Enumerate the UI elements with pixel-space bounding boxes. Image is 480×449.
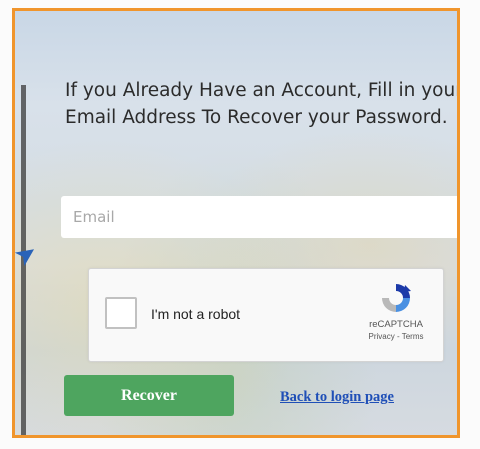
instruction-text: If you Already Have an Account, Fill in … [65, 80, 460, 128]
recaptcha-brand: reCAPTCHA [369, 319, 423, 330]
arrow-icon: ➤ [12, 235, 44, 273]
recover-panel: ➤ If you Already Have an Account, Fill i… [12, 8, 460, 438]
back-to-login-link[interactable]: Back to login page [280, 389, 394, 406]
email-input[interactable] [61, 196, 457, 238]
recaptcha-label: I'm not a robot [151, 306, 241, 322]
recaptcha-widget: I'm not a robot reCAPTCHA Privacy - Term… [88, 268, 444, 362]
recaptcha-logo: reCAPTCHA Privacy - Terms [361, 281, 431, 341]
recaptcha-checkbox[interactable] [105, 297, 137, 329]
recaptcha-links[interactable]: Privacy - Terms [361, 332, 431, 341]
recover-button[interactable]: Recover [64, 375, 234, 416]
recaptcha-icon [382, 284, 411, 312]
